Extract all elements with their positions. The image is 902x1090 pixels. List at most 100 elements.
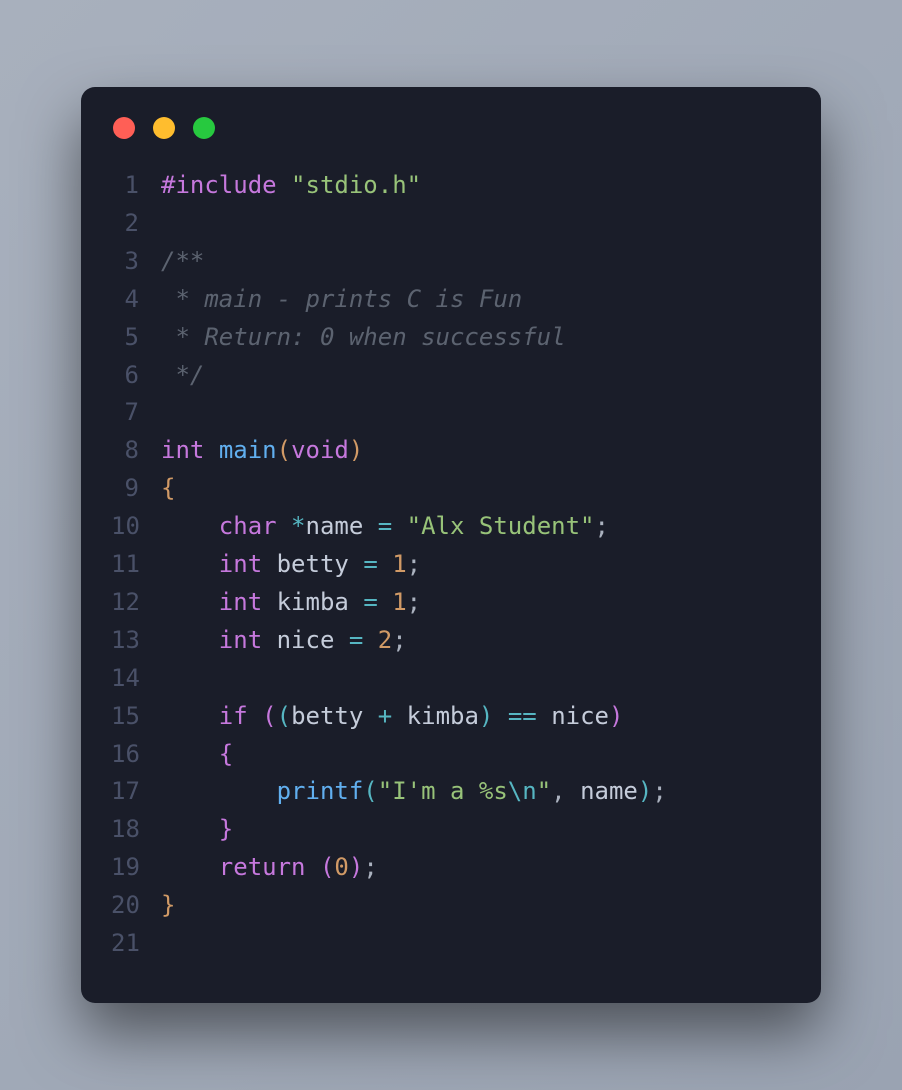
token-keyword: return <box>219 853 306 881</box>
minimize-icon[interactable] <box>153 117 175 139</box>
token-operator: * <box>291 512 305 540</box>
code-line: 21 <box>111 925 791 963</box>
token-string: "stdio.h" <box>291 171 421 199</box>
token-comment: * main - prints C is Fun <box>161 285 522 313</box>
line-number: 2 <box>111 205 161 243</box>
token-function: printf <box>277 777 364 805</box>
code-line: 14 <box>111 660 791 698</box>
traffic-lights <box>113 117 791 139</box>
code-line: 6 */ <box>111 357 791 395</box>
line-number: 16 <box>111 736 161 774</box>
token-paren: ( <box>277 702 291 730</box>
token-type: int <box>219 588 262 616</box>
code-line: 18 } <box>111 811 791 849</box>
line-number: 8 <box>111 432 161 470</box>
code-line: 10 char *name = "Alx Student"; <box>111 508 791 546</box>
code-line: 19 return (0); <box>111 849 791 887</box>
token-paren: ( <box>320 853 334 881</box>
close-icon[interactable] <box>113 117 135 139</box>
token-number: 1 <box>392 550 406 578</box>
code-line: 13 int nice = 2; <box>111 622 791 660</box>
token-brace: } <box>161 891 175 919</box>
code-line: 3 /** <box>111 243 791 281</box>
code-line: 17 printf("I'm a %s\n", name); <box>111 773 791 811</box>
code-line: 9 { <box>111 470 791 508</box>
line-number: 18 <box>111 811 161 849</box>
token-identifier: name <box>580 777 638 805</box>
code-line: 2 <box>111 205 791 243</box>
token-string: " <box>537 777 551 805</box>
token-paren: ( <box>277 436 291 464</box>
token-identifier: nice <box>277 626 335 654</box>
line-number: 20 <box>111 887 161 925</box>
token-comma: , <box>551 777 565 805</box>
token-type: void <box>291 436 349 464</box>
token-identifier: nice <box>551 702 609 730</box>
line-number: 1 <box>111 167 161 205</box>
line-number: 6 <box>111 357 161 395</box>
token-semi: ; <box>652 777 666 805</box>
token-paren: ( <box>363 777 377 805</box>
token-operator: = <box>378 512 392 540</box>
line-number: 14 <box>111 660 161 698</box>
line-number: 15 <box>111 698 161 736</box>
token-identifier: kimba <box>407 702 479 730</box>
token-identifier: betty <box>291 702 363 730</box>
token-comment: * Return: 0 when successful <box>161 323 566 351</box>
line-number: 3 <box>111 243 161 281</box>
token-identifier: kimba <box>277 588 349 616</box>
line-number: 17 <box>111 773 161 811</box>
token-operator: == <box>508 702 537 730</box>
code-line: 5 * Return: 0 when successful <box>111 319 791 357</box>
token-brace: { <box>161 474 175 502</box>
line-number: 4 <box>111 281 161 319</box>
token-paren: ) <box>609 702 623 730</box>
line-number: 11 <box>111 546 161 584</box>
line-number: 21 <box>111 925 161 963</box>
token-escape: \n <box>508 777 537 805</box>
code-line: 16 { <box>111 736 791 774</box>
token-directive: #include <box>161 171 277 199</box>
token-string: "Alx Student" <box>407 512 595 540</box>
token-semi: ; <box>392 626 406 654</box>
maximize-icon[interactable] <box>193 117 215 139</box>
line-number: 10 <box>111 508 161 546</box>
token-string: "I'm a %s <box>378 777 508 805</box>
line-number: 13 <box>111 622 161 660</box>
code-window: 1 #include "stdio.h" 2 3 /** 4 * main - … <box>81 87 821 1003</box>
token-paren: ) <box>349 436 363 464</box>
line-number: 5 <box>111 319 161 357</box>
token-brace: } <box>219 815 233 843</box>
line-number: 7 <box>111 394 161 432</box>
code-line: 12 int kimba = 1; <box>111 584 791 622</box>
code-line: 11 int betty = 1; <box>111 546 791 584</box>
token-comment: /** <box>161 247 204 275</box>
token-number: 0 <box>334 853 348 881</box>
token-operator: = <box>363 588 377 616</box>
token-operator: + <box>378 702 392 730</box>
token-operator: = <box>349 626 363 654</box>
token-keyword: if <box>219 702 248 730</box>
token-paren: ) <box>638 777 652 805</box>
token-operator: = <box>363 550 377 578</box>
token-identifier: name <box>306 512 364 540</box>
token-type: int <box>161 436 204 464</box>
token-identifier: betty <box>277 550 349 578</box>
code-line: 8 int main(void) <box>111 432 791 470</box>
token-semi: ; <box>407 550 421 578</box>
line-number: 9 <box>111 470 161 508</box>
token-semi: ; <box>595 512 609 540</box>
code-line: 15 if ((betty + kimba) == nice) <box>111 698 791 736</box>
token-semi: ; <box>363 853 377 881</box>
code-line: 4 * main - prints C is Fun <box>111 281 791 319</box>
token-paren: ) <box>479 702 493 730</box>
token-number: 1 <box>392 588 406 616</box>
token-paren: ( <box>262 702 276 730</box>
token-function: main <box>219 436 277 464</box>
code-editor[interactable]: 1 #include "stdio.h" 2 3 /** 4 * main - … <box>111 167 791 963</box>
token-type: int <box>219 626 262 654</box>
code-line: 7 <box>111 394 791 432</box>
code-line: 1 #include "stdio.h" <box>111 167 791 205</box>
token-number: 2 <box>378 626 392 654</box>
token-semi: ; <box>407 588 421 616</box>
